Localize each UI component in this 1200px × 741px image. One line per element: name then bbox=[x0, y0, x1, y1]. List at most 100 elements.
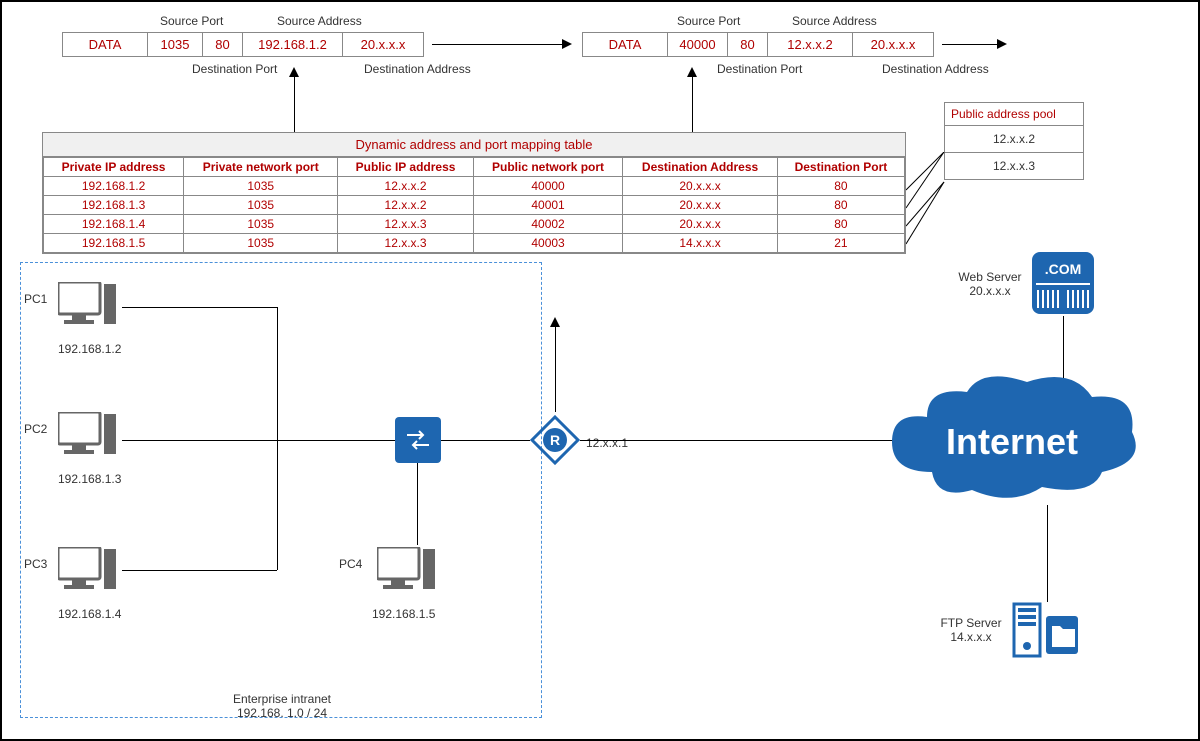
cell: 20.x.x.x bbox=[623, 177, 777, 196]
svg-text:.COM: .COM bbox=[1045, 261, 1082, 277]
cell: 1035 bbox=[184, 177, 338, 196]
mt-h4: Destination Address bbox=[623, 158, 777, 177]
router-ip: 12.x.x.1 bbox=[586, 436, 628, 450]
line-pc3-h bbox=[122, 570, 277, 571]
pc2-label: PC2 bbox=[24, 422, 47, 436]
web-name: Web Server bbox=[958, 270, 1021, 284]
line-ftp-cloud bbox=[1047, 505, 1048, 602]
mt-h0: Private IP address bbox=[44, 158, 184, 177]
web-server-label: Web Server 20.x.x.x bbox=[950, 270, 1030, 298]
intranet-caption: Enterprise intranet 192.168. 1.0 / 24 bbox=[192, 692, 372, 720]
intranet-caption-2: 192.168. 1.0 / 24 bbox=[237, 706, 327, 720]
packet-after-src-addr: 12.x.x.2 bbox=[768, 33, 853, 56]
cell: 21 bbox=[777, 234, 904, 253]
cell: 40002 bbox=[473, 215, 623, 234]
packet-before: DATA 1035 80 192.168.1.2 20.x.x.x bbox=[62, 32, 424, 57]
line-pc4-v bbox=[417, 463, 418, 545]
packet-after-data: DATA bbox=[583, 33, 668, 56]
ftp-ip: 14.x.x.x bbox=[950, 630, 991, 644]
cell: 12.x.x.3 bbox=[338, 234, 473, 253]
cell: 80 bbox=[777, 196, 904, 215]
line-to-switch bbox=[277, 440, 395, 441]
svg-text:R: R bbox=[550, 432, 560, 448]
ftp-server bbox=[1012, 602, 1082, 658]
pool-connector-lines bbox=[906, 152, 946, 248]
cloud-icon: Internet bbox=[882, 372, 1142, 515]
line-router-cloud bbox=[580, 440, 900, 441]
cell: 40001 bbox=[473, 196, 623, 215]
cell: 40003 bbox=[473, 234, 623, 253]
switch-icon bbox=[395, 417, 441, 463]
mapping-table: Dynamic address and port mapping table P… bbox=[42, 132, 906, 254]
mt-h2: Public IP address bbox=[338, 158, 473, 177]
line-pc2-h bbox=[122, 440, 277, 441]
intranet-caption-1: Enterprise intranet bbox=[233, 692, 331, 706]
pc4-ip: 192.168.1.5 bbox=[372, 607, 435, 621]
router-icon: R bbox=[530, 415, 580, 468]
caption-dst-port-b: Destination Port bbox=[717, 62, 802, 76]
mapping-table-title: Dynamic address and port mapping table bbox=[43, 133, 905, 157]
caption-dst-addr-a: Destination Address bbox=[364, 62, 471, 76]
caption-src-port-b: Source Port bbox=[677, 14, 740, 28]
pc1-ip: 192.168.1.2 bbox=[58, 342, 121, 356]
arrow-out-b bbox=[942, 44, 997, 45]
pc4-label: PC4 bbox=[339, 557, 362, 571]
pc3-icon bbox=[58, 547, 118, 605]
arrow-head-table-b bbox=[687, 67, 697, 77]
caption-dst-port-a: Destination Port bbox=[192, 62, 277, 76]
caption-src-port-a: Source Port bbox=[160, 14, 223, 28]
cell: 20.x.x.x bbox=[623, 196, 777, 215]
cell: 192.168.1.4 bbox=[44, 215, 184, 234]
line-pc3-v bbox=[277, 440, 278, 570]
caption-src-addr-b: Source Address bbox=[792, 14, 877, 28]
arrow-table-to-b bbox=[692, 77, 693, 132]
line-pc1-v bbox=[277, 307, 278, 440]
cell: 20.x.x.x bbox=[623, 215, 777, 234]
cell: 12.x.x.3 bbox=[338, 215, 473, 234]
cell: 80 bbox=[777, 177, 904, 196]
packet-after: DATA 40000 80 12.x.x.2 20.x.x.x bbox=[582, 32, 934, 57]
cell: 192.168.1.2 bbox=[44, 177, 184, 196]
packet-before-dst-port: 80 bbox=[203, 33, 243, 56]
cell: 1035 bbox=[184, 196, 338, 215]
pc2-icon bbox=[58, 412, 118, 470]
arrow-router-up bbox=[550, 317, 560, 327]
address-pool-title: Public address pool bbox=[945, 103, 1083, 126]
cell: 12.x.x.2 bbox=[338, 196, 473, 215]
ftp-server-label: FTP Server 14.x.x.x bbox=[932, 616, 1010, 644]
arrow-head-out-b bbox=[997, 39, 1007, 49]
arrow-head-between bbox=[562, 39, 572, 49]
cell: 12.x.x.2 bbox=[338, 177, 473, 196]
mt-h1: Private network port bbox=[184, 158, 338, 177]
packet-after-src-port: 40000 bbox=[668, 33, 728, 56]
pc1-label: PC1 bbox=[24, 292, 47, 306]
diagram-canvas: Source Port Source Address DATA 1035 80 … bbox=[0, 0, 1200, 741]
pc1-icon bbox=[58, 282, 118, 340]
packet-before-dst-addr: 20.x.x.x bbox=[343, 33, 423, 56]
arrow-between-packets bbox=[432, 44, 562, 45]
table-row: 192.168.1.4 1035 12.x.x.3 40002 20.x.x.x… bbox=[44, 215, 905, 234]
packet-before-data: DATA bbox=[63, 33, 148, 56]
ftp-name: FTP Server bbox=[940, 616, 1001, 630]
cell: 1035 bbox=[184, 215, 338, 234]
line-switch-router bbox=[441, 440, 530, 441]
arrow-head-table-a bbox=[289, 67, 299, 77]
packet-before-src-addr: 192.168.1.2 bbox=[243, 33, 343, 56]
line-web-cloud bbox=[1063, 316, 1064, 378]
mt-h3: Public network port bbox=[473, 158, 623, 177]
packet-before-src-port: 1035 bbox=[148, 33, 203, 56]
packet-after-dst-addr: 20.x.x.x bbox=[853, 33, 933, 56]
arrow-table-to-a bbox=[294, 77, 295, 132]
packet-after-dst-port: 80 bbox=[728, 33, 768, 56]
pc2-ip: 192.168.1.3 bbox=[58, 472, 121, 486]
address-pool-entry-0: 12.x.x.2 bbox=[945, 126, 1083, 153]
table-row: 192.168.1.5 1035 12.x.x.3 40003 14.x.x.x… bbox=[44, 234, 905, 253]
cell: 14.x.x.x bbox=[623, 234, 777, 253]
pc3-ip: 192.168.1.4 bbox=[58, 607, 121, 621]
cell: 192.168.1.3 bbox=[44, 196, 184, 215]
mt-h5: Destination Port bbox=[777, 158, 904, 177]
address-pool: Public address pool 12.x.x.2 12.x.x.3 bbox=[944, 102, 1084, 180]
table-row: 192.168.1.3 1035 12.x.x.2 40001 20.x.x.x… bbox=[44, 196, 905, 215]
cell: 80 bbox=[777, 215, 904, 234]
line-router-up bbox=[555, 327, 556, 412]
